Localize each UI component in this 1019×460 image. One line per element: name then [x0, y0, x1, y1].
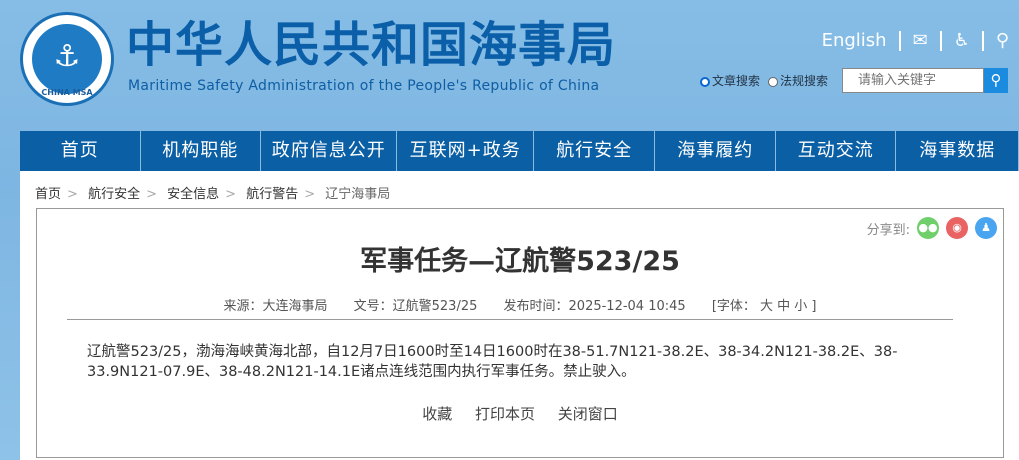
elderly-mode-icon[interactable]: ⚲	[996, 30, 1009, 51]
article-title: 军事任务—辽航警523/25	[360, 246, 680, 277]
print-link[interactable]: 打印本页	[475, 405, 535, 423]
nav-home[interactable]: 首页	[20, 131, 140, 171]
breadcrumb: 首页 > 航行安全 > 安全信息 > 航行警告 > 辽宁海事局	[35, 187, 391, 202]
site-title: 中华人民共和国海事局	[126, 17, 617, 73]
crumb-warnings[interactable]: 航行警告	[246, 187, 298, 202]
article-source: 来源：大连海事局	[223, 299, 328, 314]
crumb-home[interactable]: 首页	[35, 187, 61, 202]
mail-icon[interactable]: ✉	[913, 30, 928, 51]
weibo-icon[interactable]: ◉	[946, 217, 968, 239]
nav-internet-gov[interactable]: 互联网+政务	[397, 131, 533, 171]
msa-logo: ⚓ CHINA MSA	[20, 12, 114, 106]
nav-compliance[interactable]: 海事履约	[655, 131, 775, 171]
qq-icon[interactable]: ♟	[975, 217, 997, 239]
font-size-control[interactable]: [字体： 大 中 小 ]	[712, 299, 817, 314]
article-box: 分享到: ●● ◉ ♟ 军事任务—辽航警523/25 来源：大连海事局 文号：辽…	[36, 208, 1004, 458]
nav-navigation-safety[interactable]: 航行安全	[533, 131, 655, 171]
nav-data[interactable]: 海事数据	[896, 131, 1018, 171]
anchor-icon: ⚓	[32, 24, 102, 94]
share-label: 分享到:	[866, 222, 910, 238]
divider	[67, 319, 953, 320]
site-subtitle: Maritime Safety Administration of the Pe…	[128, 78, 600, 94]
accessibility-icon[interactable]: ♿	[954, 30, 970, 51]
nav-interaction[interactable]: 互动交流	[775, 131, 896, 171]
nav-gov-info[interactable]: 政府信息公开	[261, 131, 397, 171]
article-body: 辽航警523/25，渤海海峡黄海北部，自12月7日1600时至14日1600时在…	[87, 344, 898, 380]
crumb-nav-safety[interactable]: 航行安全	[88, 187, 140, 202]
main-nav: 首页 机构职能 政府信息公开 互联网+政务 航行安全 海事履约 互动交流 海事数…	[20, 131, 1019, 171]
radio-law-search[interactable]: 法规搜索	[768, 72, 828, 89]
favorite-link[interactable]: 收藏	[422, 405, 452, 423]
radio-article-search[interactable]: 文章搜索	[700, 72, 760, 89]
article-date: 发布时间：2025-12-04 10:45	[503, 299, 686, 314]
article-doc-no: 文号：辽航警523/25	[353, 299, 478, 314]
english-link[interactable]: English	[822, 30, 887, 51]
search-input[interactable]	[842, 68, 985, 93]
search-button[interactable]: ⚲	[984, 68, 1009, 93]
crumb-liaoning[interactable]: 辽宁海事局	[325, 187, 390, 202]
close-window-link[interactable]: 关闭窗口	[558, 405, 618, 423]
nav-functions[interactable]: 机构职能	[140, 131, 261, 171]
crumb-safety-info[interactable]: 安全信息	[167, 187, 219, 202]
wechat-icon[interactable]: ●●	[917, 217, 939, 239]
